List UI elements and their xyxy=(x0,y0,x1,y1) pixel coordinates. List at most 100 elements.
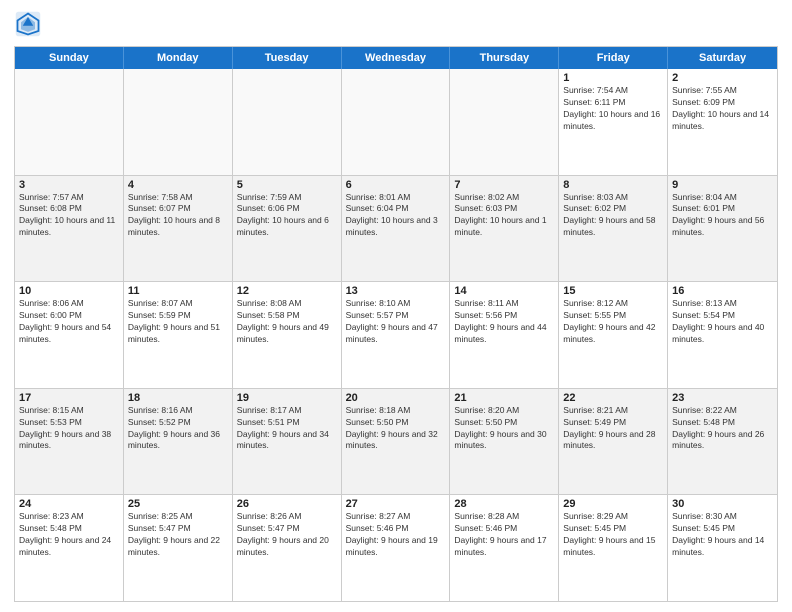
day-info: Sunrise: 8:15 AMSunset: 5:53 PMDaylight:… xyxy=(19,405,119,453)
day-cell-5: 5Sunrise: 7:59 AMSunset: 6:06 PMDaylight… xyxy=(233,176,342,282)
calendar-row-1: 1Sunrise: 7:54 AMSunset: 6:11 PMDaylight… xyxy=(15,69,777,176)
day-number: 18 xyxy=(128,392,228,404)
day-info: Sunrise: 8:21 AMSunset: 5:49 PMDaylight:… xyxy=(563,405,663,453)
header xyxy=(14,10,778,38)
calendar-row-2: 3Sunrise: 7:57 AMSunset: 6:08 PMDaylight… xyxy=(15,176,777,283)
day-number: 28 xyxy=(454,498,554,510)
day-number: 4 xyxy=(128,179,228,191)
day-info: Sunrise: 8:17 AMSunset: 5:51 PMDaylight:… xyxy=(237,405,337,453)
day-cell-23: 23Sunrise: 8:22 AMSunset: 5:48 PMDayligh… xyxy=(668,389,777,495)
day-info: Sunrise: 8:29 AMSunset: 5:45 PMDaylight:… xyxy=(563,511,663,559)
day-info: Sunrise: 8:08 AMSunset: 5:58 PMDaylight:… xyxy=(237,298,337,346)
header-day-saturday: Saturday xyxy=(668,47,777,69)
day-cell-19: 19Sunrise: 8:17 AMSunset: 5:51 PMDayligh… xyxy=(233,389,342,495)
day-cell-4: 4Sunrise: 7:58 AMSunset: 6:07 PMDaylight… xyxy=(124,176,233,282)
day-info: Sunrise: 8:20 AMSunset: 5:50 PMDaylight:… xyxy=(454,405,554,453)
day-info: Sunrise: 8:22 AMSunset: 5:48 PMDaylight:… xyxy=(672,405,773,453)
day-info: Sunrise: 7:55 AMSunset: 6:09 PMDaylight:… xyxy=(672,85,773,133)
header-day-tuesday: Tuesday xyxy=(233,47,342,69)
day-info: Sunrise: 8:30 AMSunset: 5:45 PMDaylight:… xyxy=(672,511,773,559)
day-cell-24: 24Sunrise: 8:23 AMSunset: 5:48 PMDayligh… xyxy=(15,495,124,601)
day-cell-29: 29Sunrise: 8:29 AMSunset: 5:45 PMDayligh… xyxy=(559,495,668,601)
day-info: Sunrise: 7:57 AMSunset: 6:08 PMDaylight:… xyxy=(19,192,119,240)
day-number: 9 xyxy=(672,179,773,191)
header-day-friday: Friday xyxy=(559,47,668,69)
calendar-body: 1Sunrise: 7:54 AMSunset: 6:11 PMDaylight… xyxy=(15,69,777,601)
day-number: 22 xyxy=(563,392,663,404)
day-cell-9: 9Sunrise: 8:04 AMSunset: 6:01 PMDaylight… xyxy=(668,176,777,282)
day-info: Sunrise: 8:06 AMSunset: 6:00 PMDaylight:… xyxy=(19,298,119,346)
day-info: Sunrise: 8:25 AMSunset: 5:47 PMDaylight:… xyxy=(128,511,228,559)
header-day-thursday: Thursday xyxy=(450,47,559,69)
day-info: Sunrise: 8:07 AMSunset: 5:59 PMDaylight:… xyxy=(128,298,228,346)
day-number: 26 xyxy=(237,498,337,510)
day-number: 17 xyxy=(19,392,119,404)
logo xyxy=(14,10,46,38)
day-info: Sunrise: 8:03 AMSunset: 6:02 PMDaylight:… xyxy=(563,192,663,240)
day-number: 24 xyxy=(19,498,119,510)
day-info: Sunrise: 8:16 AMSunset: 5:52 PMDaylight:… xyxy=(128,405,228,453)
day-cell-8: 8Sunrise: 8:03 AMSunset: 6:02 PMDaylight… xyxy=(559,176,668,282)
day-cell-27: 27Sunrise: 8:27 AMSunset: 5:46 PMDayligh… xyxy=(342,495,451,601)
day-number: 30 xyxy=(672,498,773,510)
day-number: 15 xyxy=(563,285,663,297)
day-cell-6: 6Sunrise: 8:01 AMSunset: 6:04 PMDaylight… xyxy=(342,176,451,282)
header-day-wednesday: Wednesday xyxy=(342,47,451,69)
day-cell-22: 22Sunrise: 8:21 AMSunset: 5:49 PMDayligh… xyxy=(559,389,668,495)
day-info: Sunrise: 8:27 AMSunset: 5:46 PMDaylight:… xyxy=(346,511,446,559)
day-cell-12: 12Sunrise: 8:08 AMSunset: 5:58 PMDayligh… xyxy=(233,282,342,388)
day-info: Sunrise: 8:26 AMSunset: 5:47 PMDaylight:… xyxy=(237,511,337,559)
day-info: Sunrise: 7:59 AMSunset: 6:06 PMDaylight:… xyxy=(237,192,337,240)
empty-cell xyxy=(450,69,559,175)
day-cell-14: 14Sunrise: 8:11 AMSunset: 5:56 PMDayligh… xyxy=(450,282,559,388)
day-number: 23 xyxy=(672,392,773,404)
empty-cell xyxy=(342,69,451,175)
day-number: 6 xyxy=(346,179,446,191)
day-info: Sunrise: 8:10 AMSunset: 5:57 PMDaylight:… xyxy=(346,298,446,346)
empty-cell xyxy=(124,69,233,175)
day-cell-13: 13Sunrise: 8:10 AMSunset: 5:57 PMDayligh… xyxy=(342,282,451,388)
day-info: Sunrise: 8:23 AMSunset: 5:48 PMDaylight:… xyxy=(19,511,119,559)
day-number: 27 xyxy=(346,498,446,510)
empty-cell xyxy=(15,69,124,175)
day-number: 12 xyxy=(237,285,337,297)
day-info: Sunrise: 8:18 AMSunset: 5:50 PMDaylight:… xyxy=(346,405,446,453)
day-number: 13 xyxy=(346,285,446,297)
day-cell-3: 3Sunrise: 7:57 AMSunset: 6:08 PMDaylight… xyxy=(15,176,124,282)
calendar-row-4: 17Sunrise: 8:15 AMSunset: 5:53 PMDayligh… xyxy=(15,389,777,496)
day-cell-20: 20Sunrise: 8:18 AMSunset: 5:50 PMDayligh… xyxy=(342,389,451,495)
header-day-sunday: Sunday xyxy=(15,47,124,69)
day-info: Sunrise: 8:04 AMSunset: 6:01 PMDaylight:… xyxy=(672,192,773,240)
day-cell-11: 11Sunrise: 8:07 AMSunset: 5:59 PMDayligh… xyxy=(124,282,233,388)
day-number: 25 xyxy=(128,498,228,510)
day-info: Sunrise: 8:13 AMSunset: 5:54 PMDaylight:… xyxy=(672,298,773,346)
day-number: 8 xyxy=(563,179,663,191)
page: SundayMondayTuesdayWednesdayThursdayFrid… xyxy=(0,0,792,612)
day-number: 11 xyxy=(128,285,228,297)
day-number: 7 xyxy=(454,179,554,191)
day-cell-28: 28Sunrise: 8:28 AMSunset: 5:46 PMDayligh… xyxy=(450,495,559,601)
empty-cell xyxy=(233,69,342,175)
day-cell-25: 25Sunrise: 8:25 AMSunset: 5:47 PMDayligh… xyxy=(124,495,233,601)
day-number: 19 xyxy=(237,392,337,404)
day-number: 20 xyxy=(346,392,446,404)
day-info: Sunrise: 8:28 AMSunset: 5:46 PMDaylight:… xyxy=(454,511,554,559)
day-cell-30: 30Sunrise: 8:30 AMSunset: 5:45 PMDayligh… xyxy=(668,495,777,601)
day-info: Sunrise: 8:12 AMSunset: 5:55 PMDaylight:… xyxy=(563,298,663,346)
day-cell-26: 26Sunrise: 8:26 AMSunset: 5:47 PMDayligh… xyxy=(233,495,342,601)
day-number: 1 xyxy=(563,72,663,84)
calendar-header: SundayMondayTuesdayWednesdayThursdayFrid… xyxy=(15,47,777,69)
day-number: 21 xyxy=(454,392,554,404)
day-cell-7: 7Sunrise: 8:02 AMSunset: 6:03 PMDaylight… xyxy=(450,176,559,282)
day-info: Sunrise: 7:58 AMSunset: 6:07 PMDaylight:… xyxy=(128,192,228,240)
calendar: SundayMondayTuesdayWednesdayThursdayFrid… xyxy=(14,46,778,602)
day-cell-21: 21Sunrise: 8:20 AMSunset: 5:50 PMDayligh… xyxy=(450,389,559,495)
day-number: 10 xyxy=(19,285,119,297)
day-cell-2: 2Sunrise: 7:55 AMSunset: 6:09 PMDaylight… xyxy=(668,69,777,175)
calendar-row-5: 24Sunrise: 8:23 AMSunset: 5:48 PMDayligh… xyxy=(15,495,777,601)
day-cell-10: 10Sunrise: 8:06 AMSunset: 6:00 PMDayligh… xyxy=(15,282,124,388)
day-number: 16 xyxy=(672,285,773,297)
day-info: Sunrise: 8:02 AMSunset: 6:03 PMDaylight:… xyxy=(454,192,554,240)
day-number: 5 xyxy=(237,179,337,191)
day-number: 2 xyxy=(672,72,773,84)
